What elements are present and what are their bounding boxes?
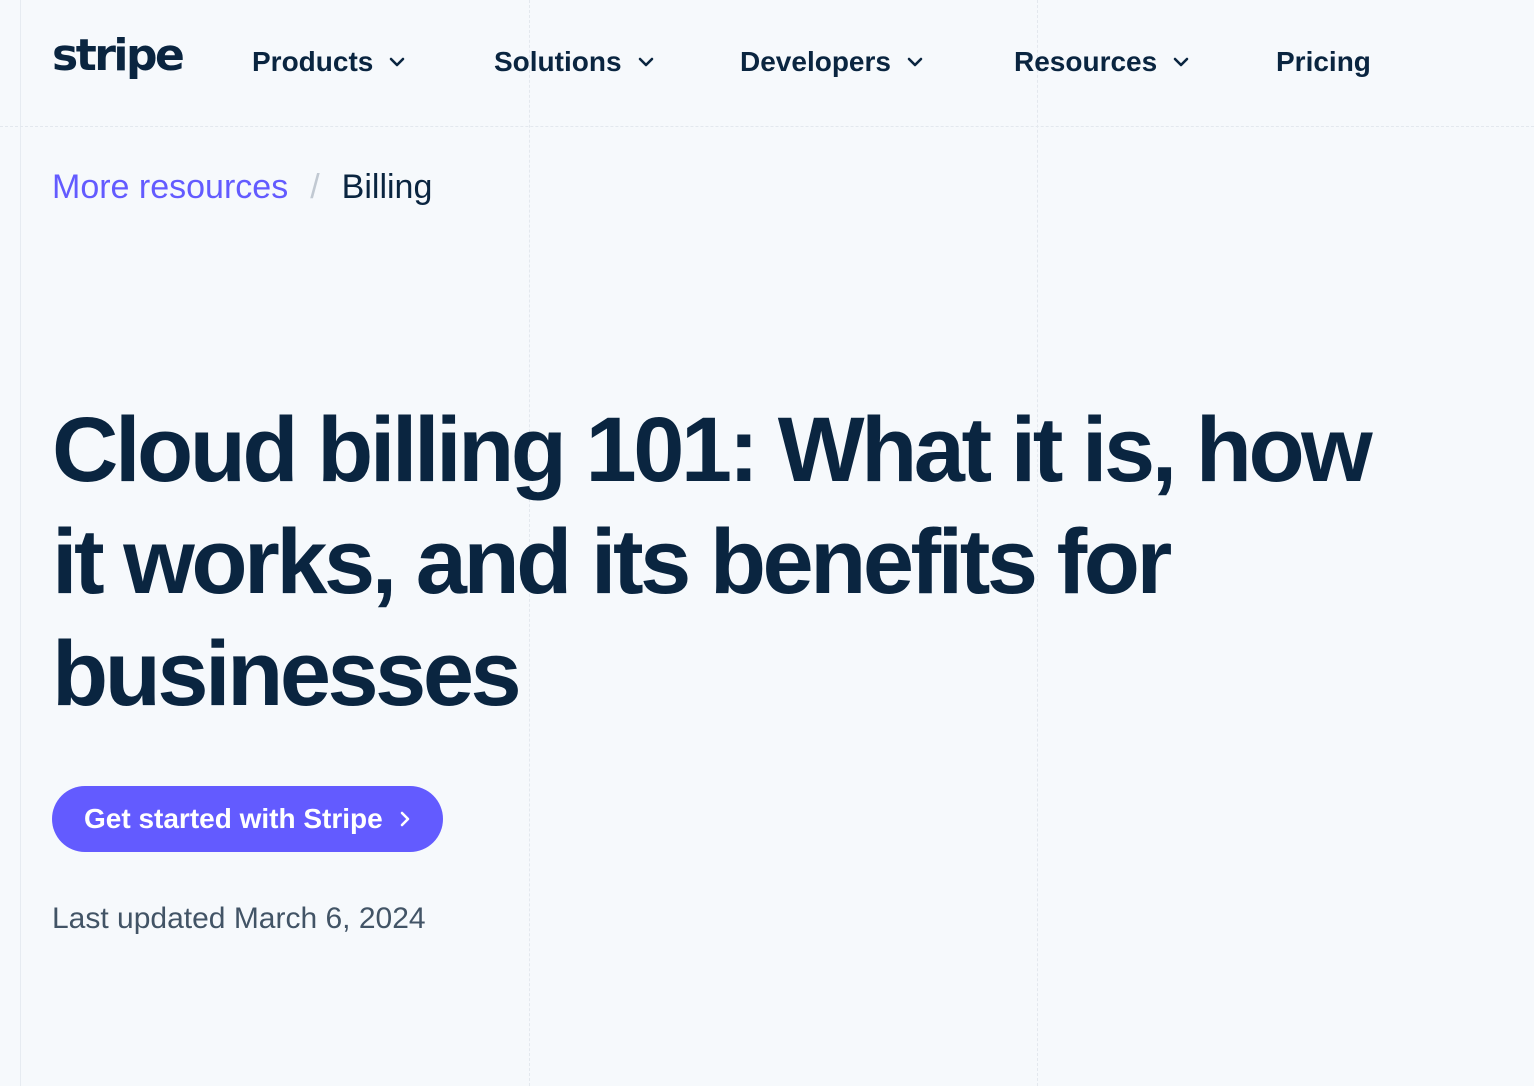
page-title: Cloud billing 101: What it is, how it wo… xyxy=(52,399,1373,725)
last-updated-date: Last updated March 6, 2024 xyxy=(52,902,426,935)
chevron-right-icon xyxy=(400,811,410,827)
chevron-down-icon xyxy=(390,57,405,67)
nav-developers-label: Developers xyxy=(740,46,891,77)
nav-resources[interactable]: Resources xyxy=(1014,44,1191,80)
nav-resources-label: Resources xyxy=(1014,46,1158,77)
breadcrumb-separator: / xyxy=(310,168,320,206)
nav-solutions[interactable]: Solutions xyxy=(494,44,656,80)
chevron-down-icon xyxy=(907,57,923,67)
header-divider xyxy=(0,126,1534,127)
guide-line xyxy=(20,0,21,1086)
nav-pricing-label: Pricing xyxy=(1276,46,1371,77)
get-started-label: Get started with Stripe xyxy=(84,803,383,834)
nav-pricing[interactable]: Pricing xyxy=(1276,44,1371,80)
breadcrumb-current: Billing xyxy=(341,168,433,206)
breadcrumb-more-resources-link[interactable]: More resources xyxy=(52,168,288,207)
chevron-down-icon xyxy=(638,57,653,67)
breadcrumb: More resources / Billing xyxy=(52,168,432,207)
nav-developers[interactable]: Developers xyxy=(740,44,925,80)
get-started-button[interactable]: Get started with Stripe xyxy=(52,786,443,852)
nav-solutions-label: Solutions xyxy=(494,46,622,77)
nav-products-label: Products xyxy=(252,46,374,77)
chevron-down-icon xyxy=(1173,57,1189,67)
nav-products[interactable]: Products xyxy=(252,44,407,80)
stripe-logo[interactable]: stripe xyxy=(52,30,185,82)
